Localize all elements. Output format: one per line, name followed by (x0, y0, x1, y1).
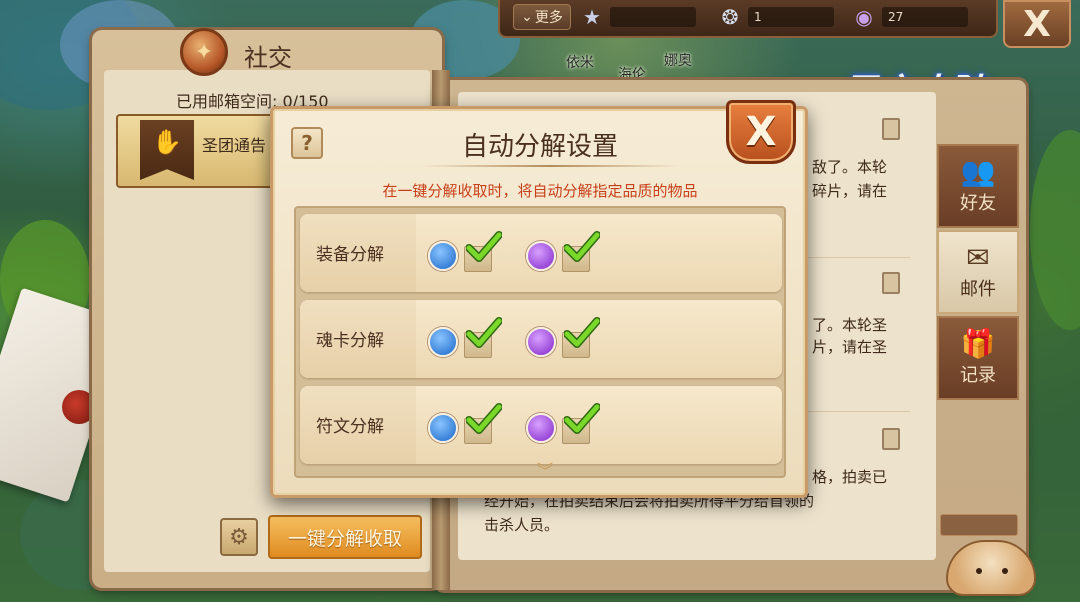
purple-quality-toggle[interactable] (526, 403, 600, 444)
tab-friends[interactable]: 👥 好友 (937, 144, 1019, 228)
blue-quality-toggle[interactable] (428, 231, 502, 272)
checkmark-icon (564, 403, 600, 434)
mail-text: 碎片，请在 (812, 182, 888, 200)
resource-value: 27 (882, 7, 968, 27)
blue-quality-toggle[interactable] (428, 317, 502, 358)
blue-quality-icon (428, 241, 458, 271)
chevron-down-icon: ⌄ (521, 9, 533, 25)
mail-text: 击杀人员。 (484, 516, 560, 534)
decorative-strip (940, 514, 1018, 536)
option-label: 装备分解 (316, 245, 384, 265)
trash-icon[interactable] (882, 428, 900, 450)
mail-text: 了。本轮圣 (812, 316, 888, 334)
title-divider (420, 165, 680, 167)
more-button-label: 更多 (534, 10, 563, 26)
gift-icon: 🎁 (960, 327, 996, 360)
resource-value: 1 (748, 7, 834, 27)
option-row-equipment: 装备分解 (300, 214, 782, 292)
dialog-hint: 在一键分解收取时，将自动分解指定品质的物品 (382, 182, 698, 200)
option-label: 符文分解 (316, 417, 384, 437)
tab-records[interactable]: 🎁 记录 (937, 316, 1019, 400)
tab-label: 记录 (960, 365, 996, 386)
option-list[interactable]: 装备分解 魂卡分解 符文分解 (294, 206, 786, 478)
dialog-title: 自动分解设置 (461, 132, 618, 162)
purple-quality-toggle[interactable] (526, 317, 600, 358)
trash-icon[interactable] (882, 118, 900, 140)
purple-quality-icon (526, 327, 556, 357)
checkmark-icon (466, 317, 502, 348)
settings-button[interactable]: ⚙ (220, 518, 258, 556)
purple-quality-icon (526, 413, 556, 443)
map-label: 依米 (566, 55, 594, 71)
dialog-close-button[interactable]: X (726, 100, 796, 164)
resource-shell: ❂ 1 (718, 3, 834, 31)
scroll-down-icon[interactable]: ︾ (530, 462, 560, 480)
mail-text: 敌了。本轮 (812, 158, 888, 176)
purple-quality-toggle[interactable] (526, 231, 600, 272)
tab-mail[interactable]: ✉ 邮件 (937, 230, 1019, 314)
blue-quality-icon (428, 413, 458, 443)
blue-quality-icon (428, 327, 458, 357)
more-button[interactable]: ⌄ 更多 (513, 4, 571, 30)
option-label: 魂卡分解 (316, 331, 384, 351)
map-label: 娜奥 (664, 53, 692, 69)
friends-icon: 👥 (960, 155, 996, 188)
purple-quality-icon (526, 241, 556, 271)
trash-icon[interactable] (882, 272, 900, 294)
blue-quality-toggle[interactable] (428, 403, 502, 444)
social-emblem-icon: ✦ (180, 28, 228, 76)
help-button[interactable]: ? (291, 127, 323, 159)
close-button[interactable]: X (1003, 0, 1071, 48)
panel-title: 社交 (244, 44, 292, 72)
resource-value (610, 7, 696, 27)
mail-text: 片，请在圣 (812, 338, 888, 356)
mail-icon: ✉ (966, 241, 990, 274)
mail-text: 格，拍卖已 (812, 468, 888, 486)
tab-label: 好友 (960, 193, 996, 214)
mail-item-label: 圣团通告 (202, 136, 267, 155)
shell-icon: ❂ (721, 5, 739, 29)
pearl-icon: ◉ (855, 5, 873, 29)
option-row-rune: 符文分解 (300, 386, 782, 464)
checkmark-icon (564, 317, 600, 348)
option-row-soulcard: 魂卡分解 (300, 300, 782, 378)
wax-seal-icon (62, 390, 96, 424)
resource-star: ★ (580, 3, 696, 31)
mascot-character (946, 540, 1036, 596)
checkmark-icon (466, 403, 502, 434)
checkmark-icon (564, 231, 600, 262)
checkmark-icon (466, 231, 502, 262)
gear-icon: ⚙ (229, 524, 249, 550)
claim-all-button[interactable]: 一键分解收取 (268, 515, 422, 559)
tab-label: 邮件 (960, 279, 996, 300)
star-icon: ★ (583, 5, 601, 29)
resource-pearl: ◉ 27 (852, 3, 968, 31)
